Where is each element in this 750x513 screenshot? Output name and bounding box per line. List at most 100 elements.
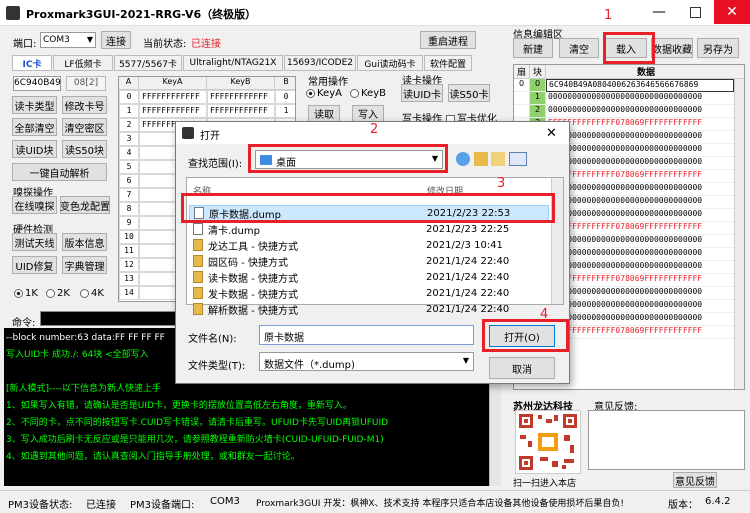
data-row-value[interactable]: 00000000000000000000000000000000 <box>546 235 734 248</box>
file-list-item[interactable]: 园区码 - 快捷方式 2021/1/24 22:40 <box>189 253 549 269</box>
data-favorites-button[interactable]: 数据收藏 <box>651 38 693 58</box>
file-list-item[interactable]: 发卡数据 - 快捷方式 2021/1/24 22:40 <box>189 285 549 301</box>
tab-ultralight[interactable]: Ultralight/NTAG21X <box>183 55 283 71</box>
file-name: 清卡.dump <box>208 225 260 237</box>
key-row-keya[interactable]: FFFFFFFFFFFF <box>139 104 207 118</box>
size-radio-1k[interactable]: 1K <box>14 288 38 299</box>
clear-keys-button[interactable]: 清空密区 <box>62 118 107 136</box>
data-row-value[interactable]: 00000000000000000000000000000000 <box>546 261 734 274</box>
up-folder-icon[interactable] <box>474 152 488 166</box>
file-list-item[interactable]: 解析数据 - 快捷方式 2021/1/24 22:40 <box>189 301 549 317</box>
tab-gui-read[interactable]: Gui读动码卡 <box>357 55 423 71</box>
connect-button[interactable]: 连接 <box>101 31 131 49</box>
maximize-icon <box>689 6 701 18</box>
key-table-row[interactable]: 1 FFFFFFFFFFFF FFFFFFFFFFFF 1 <box>119 104 295 118</box>
uid-repair-button[interactable]: UID修复 <box>12 256 57 274</box>
data-row-value[interactable]: 00000000000000000000000000000000 <box>546 196 734 209</box>
data-table-row[interactable]: 1 00000000000000000000000000000000 <box>514 92 734 105</box>
new-button[interactable]: 新建 <box>513 38 553 58</box>
key-row-block: 1 <box>275 104 295 118</box>
lookin-select[interactable]: 桌面 ▼ <box>255 150 443 169</box>
read-uid-card-button[interactable]: 读UID卡 <box>401 84 443 102</box>
key-table-row[interactable]: 0 FFFFFFFFFFFF FFFFFFFFFFFF 0 <box>119 90 295 104</box>
save-as-button[interactable]: 另存为 <box>697 38 739 58</box>
filetype-select[interactable]: 数据文件（*.dump) ▼ <box>259 352 474 371</box>
dialog-open-button[interactable]: 打开(O) <box>489 325 555 347</box>
dialog-cancel-button[interactable]: 取消 <box>489 357 555 379</box>
read-button[interactable]: 读取 <box>308 105 340 122</box>
data-table-scrollbar[interactable] <box>734 79 744 389</box>
data-row-value[interactable]: FFFFFFFFFFFFFF078069FFFFFFFFFFFF <box>546 326 734 339</box>
tab-5577[interactable]: 5577/5567卡 <box>114 55 182 71</box>
modify-uid-button[interactable]: 修改卡号 <box>62 96 107 114</box>
new-folder-icon[interactable] <box>491 152 505 166</box>
read-uid-block-button[interactable]: 读UID块 <box>12 140 57 158</box>
read-s50-block-button[interactable]: 读S50块 <box>62 140 107 158</box>
uid-field[interactable]: 6C940B49 <box>13 76 61 91</box>
close-button[interactable]: ✕ <box>714 0 750 24</box>
data-row-value[interactable]: 00000000000000000000000000000000 <box>546 209 734 222</box>
data-row-value[interactable]: 00000000000000000000000000000000 <box>546 105 734 118</box>
data-row-value[interactable]: FFFFFFFFFFFFFF078069FFFFFFFFFFFF <box>546 274 734 287</box>
auto-parse-button[interactable]: 一键自动解析 <box>12 163 107 181</box>
load-button[interactable]: 载入 <box>605 38 647 58</box>
restart-process-button[interactable]: 重启进程 <box>420 31 476 49</box>
status-bar: PM3设备状态: 已连接 PM3设备端口: COM3 Proxmark3GUI … <box>0 490 750 513</box>
read-card-type-button[interactable]: 读卡类型 <box>12 96 57 114</box>
tab-lf[interactable]: LF低频卡 <box>53 55 113 71</box>
dictionary-manager-button[interactable]: 字典管理 <box>62 256 107 274</box>
minimize-button[interactable]: — <box>642 0 676 24</box>
data-row-value[interactable]: 00000000000000000000000000000000 <box>546 248 734 261</box>
size-radio-4k[interactable]: 4K <box>80 288 104 299</box>
shortcut-icon <box>193 271 203 283</box>
data-row-value[interactable]: 00000000000000000000000000000000 <box>546 131 734 144</box>
read-s50-card-button[interactable]: 读S50卡 <box>448 84 490 102</box>
tab-15693[interactable]: 15693/ICODE2 <box>284 55 356 71</box>
file-list-item[interactable]: 龙达工具 - 快捷方式 2021/2/3 10:41 <box>189 237 549 253</box>
data-table-row[interactable]: 2 00000000000000000000000000000000 <box>514 105 734 118</box>
tab-ic[interactable]: IC卡 <box>12 55 52 71</box>
back-icon[interactable] <box>456 152 470 166</box>
feedback-button[interactable]: 意见反馈 <box>673 472 717 488</box>
clear-button[interactable]: 清空 <box>559 38 599 58</box>
maximize-button[interactable] <box>678 0 712 24</box>
data-row-value[interactable]: FFFFFFFFFFFFFF078069FFFFFFFFFFFF <box>546 170 734 183</box>
data-row-value[interactable]: 00000000000000000000000000000000 <box>546 287 734 300</box>
data-row-value[interactable]: FFFFFFFFFFFFFF078069FFFFFFFFFFFF <box>546 222 734 235</box>
data-row-value[interactable]: 00000000000000000000000000000000 <box>546 313 734 326</box>
data-row-value[interactable]: 00000000000000000000000000000000 <box>546 92 734 105</box>
filename-input[interactable]: 原卡数据 <box>259 325 474 345</box>
data-table-row[interactable]: 0 0 6C940B49A0804006263646566676869 <box>514 79 734 92</box>
data-row-value[interactable]: 6C940B49A0804006263646566676869 <box>546 79 734 92</box>
keya-radio[interactable]: KeyA <box>306 88 342 99</box>
file-list-item[interactable]: 原卡数据.dump 2021/2/23 22:53 <box>189 205 549 221</box>
key-row-keyb[interactable]: FFFFFFFFFFFF <box>207 104 275 118</box>
data-row-value[interactable]: 00000000000000000000000000000000 <box>546 144 734 157</box>
key-row-index: 11 <box>119 244 139 258</box>
data-row-value[interactable]: 00000000000000000000000000000000 <box>546 183 734 196</box>
keyb-radio[interactable]: KeyB <box>350 88 386 99</box>
write-button[interactable]: 写入 <box>352 105 384 122</box>
file-list-scrollbar[interactable] <box>551 178 563 304</box>
version-info-button[interactable]: 版本信息 <box>62 233 107 251</box>
filename-value: 原卡数据 <box>264 333 304 344</box>
port-select[interactable]: COM3 ▼ <box>40 32 96 48</box>
file-list-item[interactable]: 读卡数据 - 快捷方式 2021/1/24 22:40 <box>189 269 549 285</box>
test-antenna-button[interactable]: 测试天线 <box>12 233 57 251</box>
view-menu-icon[interactable] <box>509 152 527 166</box>
dialog-close-button[interactable]: ✕ <box>534 122 569 144</box>
data-row-value[interactable]: 00000000000000000000000000000000 <box>546 157 734 170</box>
tab-settings[interactable]: 软件配置 <box>424 55 472 71</box>
chameleon-config-button[interactable]: 变色龙配置 <box>60 196 110 214</box>
data-row-value[interactable]: FFFFFFFFFFFFFF078069FFFFFFFFFFFF <box>546 118 734 131</box>
data-row-value[interactable]: 00000000000000000000000000000000 <box>546 300 734 313</box>
size-radio-2k[interactable]: 2K <box>46 288 70 299</box>
key-row-keya[interactable]: FFFFFFFFFFFF <box>139 90 207 104</box>
clear-all-button[interactable]: 全部清空 <box>12 118 57 136</box>
feedback-textarea[interactable] <box>588 410 745 470</box>
file-list-item[interactable]: 清卡.dump 2021/2/23 22:25 <box>189 221 549 237</box>
filetype-value: 数据文件（*.dump) <box>264 360 355 371</box>
online-sniff-button[interactable]: 在线嗅探 <box>12 196 57 214</box>
key-row-keyb[interactable]: FFFFFFFFFFFF <box>207 90 275 104</box>
dialog-title: 打开 <box>200 131 220 142</box>
